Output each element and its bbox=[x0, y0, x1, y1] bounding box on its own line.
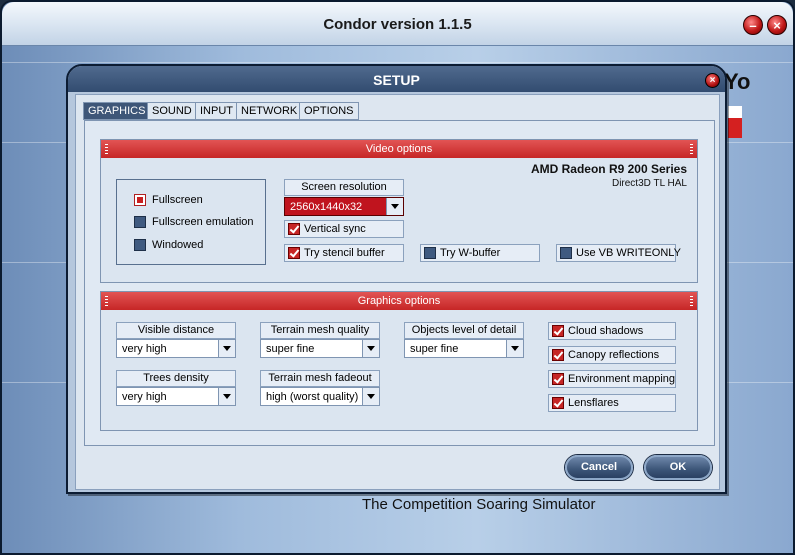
grip-icon bbox=[690, 296, 693, 306]
chevron-down-icon[interactable] bbox=[362, 340, 379, 357]
tab-options[interactable]: OPTIONS bbox=[299, 102, 359, 120]
tab-sound[interactable]: SOUND bbox=[147, 102, 197, 120]
cloud-shadows-label: Cloud shadows bbox=[568, 325, 644, 337]
objects-lod-label: Objects level of detail bbox=[404, 322, 524, 339]
tagline: The Competition Soaring Simulator bbox=[362, 496, 596, 513]
close-icon: × bbox=[709, 75, 716, 86]
stencil-buffer-checkbox[interactable]: Try stencil buffer bbox=[284, 244, 404, 262]
gpu-name: AMD Radeon R9 200 Series bbox=[530, 162, 687, 176]
vertical-sync-checkbox[interactable]: Vertical sync bbox=[284, 220, 404, 238]
vertical-sync-label: Vertical sync bbox=[304, 223, 366, 235]
screen-resolution-label: Screen resolution bbox=[284, 179, 404, 196]
minimize-icon: – bbox=[749, 18, 757, 33]
visible-distance-value: very high bbox=[122, 343, 167, 355]
setup-title: SETUP bbox=[373, 72, 420, 88]
stencil-buffer-label: Try stencil buffer bbox=[304, 247, 385, 259]
screen-resolution-value: 2560x1440x32 bbox=[290, 201, 363, 213]
terrain-mesh-fadeout-value: high (worst quality) bbox=[266, 391, 359, 403]
checkbox-unchecked-icon bbox=[424, 247, 436, 259]
trees-density-label: Trees density bbox=[116, 370, 236, 387]
windowed-label: Windowed bbox=[152, 239, 204, 251]
setup-dialog: SETUP × GRAPHICS SOUND INPUT NETWORK OPT… bbox=[66, 64, 727, 494]
graphics-options-group: Graphics options Visible distance very h… bbox=[100, 291, 698, 431]
checkbox-checked-icon bbox=[288, 247, 300, 259]
radio-unselected-icon bbox=[134, 239, 146, 251]
cloud-shadows-checkbox[interactable]: Cloud shadows bbox=[548, 322, 676, 340]
graphics-tab-content: Video options Fullscreen Fullscreen emul… bbox=[84, 120, 715, 446]
terrain-mesh-quality-label: Terrain mesh quality bbox=[260, 322, 380, 339]
visible-distance-label: Visible distance bbox=[116, 322, 236, 339]
main-title-bar: Condor version 1.1.5 – × bbox=[2, 2, 793, 46]
decor-stripe bbox=[2, 62, 793, 63]
window-title: Condor version 1.1.5 bbox=[323, 16, 472, 33]
terrain-mesh-fadeout-label: Terrain mesh fadeout bbox=[260, 370, 380, 387]
checkbox-checked-icon bbox=[552, 397, 564, 409]
w-buffer-checkbox[interactable]: Try W-buffer bbox=[420, 244, 540, 262]
checkbox-checked-icon bbox=[552, 325, 564, 337]
video-options-group: Video options Fullscreen Fullscreen emul… bbox=[100, 139, 698, 283]
checkbox-checked-icon bbox=[288, 223, 300, 235]
environment-mapping-label: Environment mapping bbox=[568, 373, 676, 385]
chevron-down-icon[interactable] bbox=[218, 340, 235, 357]
checkbox-unchecked-icon bbox=[560, 247, 572, 259]
w-buffer-label: Try W-buffer bbox=[440, 247, 501, 259]
tab-graphics[interactable]: GRAPHICS bbox=[83, 102, 151, 120]
lensflares-label: Lensflares bbox=[568, 397, 619, 409]
lensflares-checkbox[interactable]: Lensflares bbox=[548, 394, 676, 412]
logo-text: Yo bbox=[724, 69, 751, 94]
graphics-options-title: Graphics options bbox=[357, 295, 441, 307]
close-icon: × bbox=[773, 18, 781, 33]
chevron-down-icon[interactable] bbox=[362, 388, 379, 405]
fullscreen-label: Fullscreen bbox=[152, 194, 203, 206]
trees-density-value: very high bbox=[122, 391, 167, 403]
tab-input[interactable]: INPUT bbox=[195, 102, 238, 120]
gpu-api: Direct3D TL HAL bbox=[611, 178, 687, 189]
grip-icon bbox=[690, 144, 693, 154]
chevron-down-icon[interactable] bbox=[386, 198, 403, 215]
objects-lod-select[interactable]: super fine bbox=[404, 339, 524, 358]
logo-mark bbox=[728, 106, 742, 138]
close-button[interactable]: × bbox=[767, 15, 787, 35]
video-options-header: Video options bbox=[101, 140, 697, 158]
terrain-mesh-quality-select[interactable]: super fine bbox=[260, 339, 380, 358]
tab-network[interactable]: NETWORK bbox=[236, 102, 303, 120]
radio-selected-icon bbox=[134, 194, 146, 206]
environment-mapping-checkbox[interactable]: Environment mapping bbox=[548, 370, 676, 388]
cancel-button[interactable]: Cancel bbox=[565, 455, 633, 480]
minimize-button[interactable]: – bbox=[743, 15, 763, 35]
vb-writeonly-label: Use VB WRITEONLY bbox=[576, 247, 681, 259]
canopy-reflections-checkbox[interactable]: Canopy reflections bbox=[548, 346, 676, 364]
visible-distance-select[interactable]: very high bbox=[116, 339, 236, 358]
vb-writeonly-checkbox[interactable]: Use VB WRITEONLY bbox=[556, 244, 681, 262]
terrain-mesh-fadeout-select[interactable]: high (worst quality) bbox=[260, 387, 380, 406]
ok-button[interactable]: OK bbox=[644, 455, 712, 480]
video-options-title: Video options bbox=[365, 143, 433, 155]
objects-lod-value: super fine bbox=[410, 343, 459, 355]
fullscreen-emulation-label: Fullscreen emulation bbox=[152, 216, 254, 228]
chevron-down-icon[interactable] bbox=[506, 340, 523, 357]
radio-unselected-icon bbox=[134, 216, 146, 228]
screen-resolution-select[interactable]: 2560x1440x32 bbox=[284, 197, 404, 216]
canopy-reflections-label: Canopy reflections bbox=[568, 349, 660, 361]
chevron-down-icon[interactable] bbox=[218, 388, 235, 405]
terrain-mesh-quality-value: super fine bbox=[266, 343, 315, 355]
setup-title-bar: SETUP × bbox=[68, 66, 725, 92]
checkbox-checked-icon bbox=[552, 349, 564, 361]
checkbox-checked-icon bbox=[552, 373, 564, 385]
setup-close-button[interactable]: × bbox=[705, 73, 720, 88]
graphics-options-header: Graphics options bbox=[101, 292, 697, 310]
display-mode-box: Fullscreen Fullscreen emulation Windowed bbox=[116, 179, 266, 265]
trees-density-select[interactable]: very high bbox=[116, 387, 236, 406]
